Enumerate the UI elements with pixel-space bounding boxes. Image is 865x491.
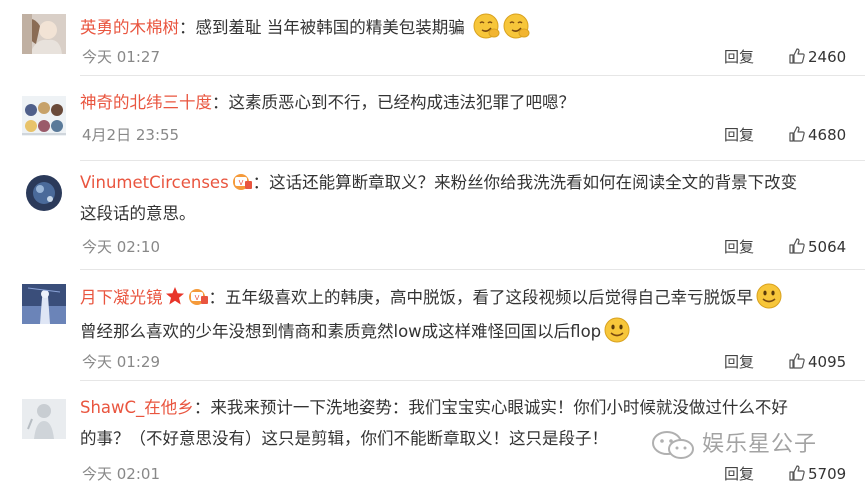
like-button[interactable]: 5064 bbox=[788, 237, 846, 257]
svg-text:V: V bbox=[238, 179, 243, 187]
comment-text-line: 神奇的北纬三十度：这素质恶心到不行，已经构成违法犯罪了吧嗯？ bbox=[80, 93, 576, 112]
comment-item: VinumetCircenses V ：这话还能算断章取义？来粉丝你给我洗洗看如何在… bbox=[0, 161, 865, 271]
comment-time: 今天 01:27 bbox=[82, 48, 160, 66]
avatar[interactable] bbox=[22, 173, 66, 213]
like-button[interactable]: 5709 bbox=[788, 464, 846, 484]
comment-text: 的事？（不好意思没有）这只是剪辑，你们不能断章取义！这只是段子！ bbox=[80, 429, 608, 448]
comment-text-line: 月下凝光镜 V ：五年级喜欢上的韩庚，高中脱饭，看了这段视频以后觉得自己幸亏脱饭早 bbox=[80, 282, 845, 316]
wechat-icon bbox=[652, 431, 694, 459]
comment-text: 五年级喜欢上的韩庚，高中脱饭，看了这段视频以后觉得自己幸亏脱饭早 bbox=[225, 288, 753, 307]
comment-text-line: VinumetCircenses V ：这话还能算断章取义？来粉丝你给我洗洗看如何在… bbox=[80, 171, 845, 197]
avatar[interactable] bbox=[22, 96, 66, 136]
thumbs-up-icon bbox=[789, 126, 805, 142]
vip-badge-icon: V bbox=[231, 171, 253, 197]
comment-time: 今天 02:10 bbox=[82, 238, 160, 256]
comment-text-line: ShawC_在他乡：来我来预计一下洗地姿势：我们宝宝实心眼诚实！你们小时候就没做… bbox=[80, 398, 788, 417]
avatar[interactable] bbox=[22, 399, 66, 439]
like-button[interactable]: 4680 bbox=[788, 125, 846, 145]
reply-button[interactable]: 回复 bbox=[724, 464, 754, 484]
avatar[interactable] bbox=[22, 14, 66, 54]
comment-text: 曾经那么喜欢的少年没想到情商和素质竟然low成这样难怪回国以后flop bbox=[80, 322, 602, 341]
reply-button[interactable]: 回复 bbox=[724, 47, 754, 67]
comment-text-line: 曾经那么喜欢的少年没想到情商和素质竟然low成这样难怪回国以后flop bbox=[80, 316, 845, 350]
thumbs-up-icon bbox=[789, 353, 805, 369]
comment-text-line: 这段话的意思。 bbox=[80, 203, 845, 225]
smirk-emoji-icon bbox=[502, 12, 530, 46]
comment-item: 英勇的木棉树：感到羞耻 当年被韩国的精美包装期骗 今天 01:27 回复 246… bbox=[0, 0, 865, 76]
comment-username[interactable]: VinumetCircenses bbox=[80, 173, 229, 192]
comment-text: 感到羞耻 当年被韩国的精美包装期骗 bbox=[195, 18, 465, 37]
like-count: 2460 bbox=[808, 48, 847, 66]
thumbs-up-icon bbox=[789, 465, 805, 481]
comment-username[interactable]: ShawC_在他乡 bbox=[80, 398, 194, 417]
vip-badge-icon: V bbox=[187, 286, 209, 312]
comment-username[interactable]: 月下凝光镜 bbox=[80, 288, 163, 307]
like-count: 4095 bbox=[808, 353, 847, 371]
reply-button[interactable]: 回复 bbox=[724, 237, 754, 257]
reply-button[interactable]: 回复 bbox=[724, 352, 754, 372]
watermark-text: 娱乐星公子 bbox=[702, 432, 818, 457]
like-count: 5709 bbox=[808, 465, 847, 483]
like-button[interactable]: 4095 bbox=[788, 352, 846, 372]
thumbs-up-icon bbox=[789, 48, 805, 64]
like-count: 4680 bbox=[808, 126, 847, 144]
comment-time: 4月2日 23:55 bbox=[82, 126, 180, 144]
comment-text: 来我来预计一下洗地姿势：我们宝宝实心眼诚实！你们小时候就没做过什么不好 bbox=[210, 398, 788, 417]
comment-text: 这话还能算断章取义？来粉丝你给我洗洗看如何在阅读全文的背景下改变 bbox=[269, 173, 798, 192]
comment-time: 今天 02:01 bbox=[82, 465, 160, 483]
like-button[interactable]: 2460 bbox=[788, 47, 846, 67]
comment-item: 神奇的北纬三十度：这素质恶心到不行，已经构成违法犯罪了吧嗯？ 4月2日 23:5… bbox=[0, 76, 865, 162]
comment-item: 月下凝光镜 V ：五年级喜欢上的韩庚，高中脱饭，看了这段视频以后觉得自己幸亏脱饭早 … bbox=[0, 270, 865, 382]
thumbs-up-icon bbox=[789, 238, 805, 254]
comment-time: 今天 01:29 bbox=[82, 353, 160, 371]
avatar[interactable] bbox=[22, 284, 66, 324]
comment-text: 这素质恶心到不行，已经构成违法犯罪了吧嗯？ bbox=[228, 93, 576, 112]
smirk-emoji-icon bbox=[472, 12, 500, 46]
like-count: 5064 bbox=[808, 238, 847, 256]
comment-username[interactable]: 神奇的北纬三十度 bbox=[80, 93, 212, 112]
watermark: 娱乐星公子 bbox=[650, 430, 850, 460]
comment-text-line: 英勇的木棉树：感到羞耻 当年被韩国的精美包装期骗 bbox=[80, 12, 845, 46]
reply-button[interactable]: 回复 bbox=[724, 125, 754, 145]
smile-emoji-icon bbox=[603, 316, 631, 350]
comment-text: 这段话的意思。 bbox=[80, 204, 196, 223]
svg-text:V: V bbox=[194, 294, 199, 302]
comment-username[interactable]: 英勇的木棉树 bbox=[80, 18, 179, 37]
star-badge-icon bbox=[165, 286, 185, 312]
smile-emoji-icon bbox=[755, 282, 783, 316]
